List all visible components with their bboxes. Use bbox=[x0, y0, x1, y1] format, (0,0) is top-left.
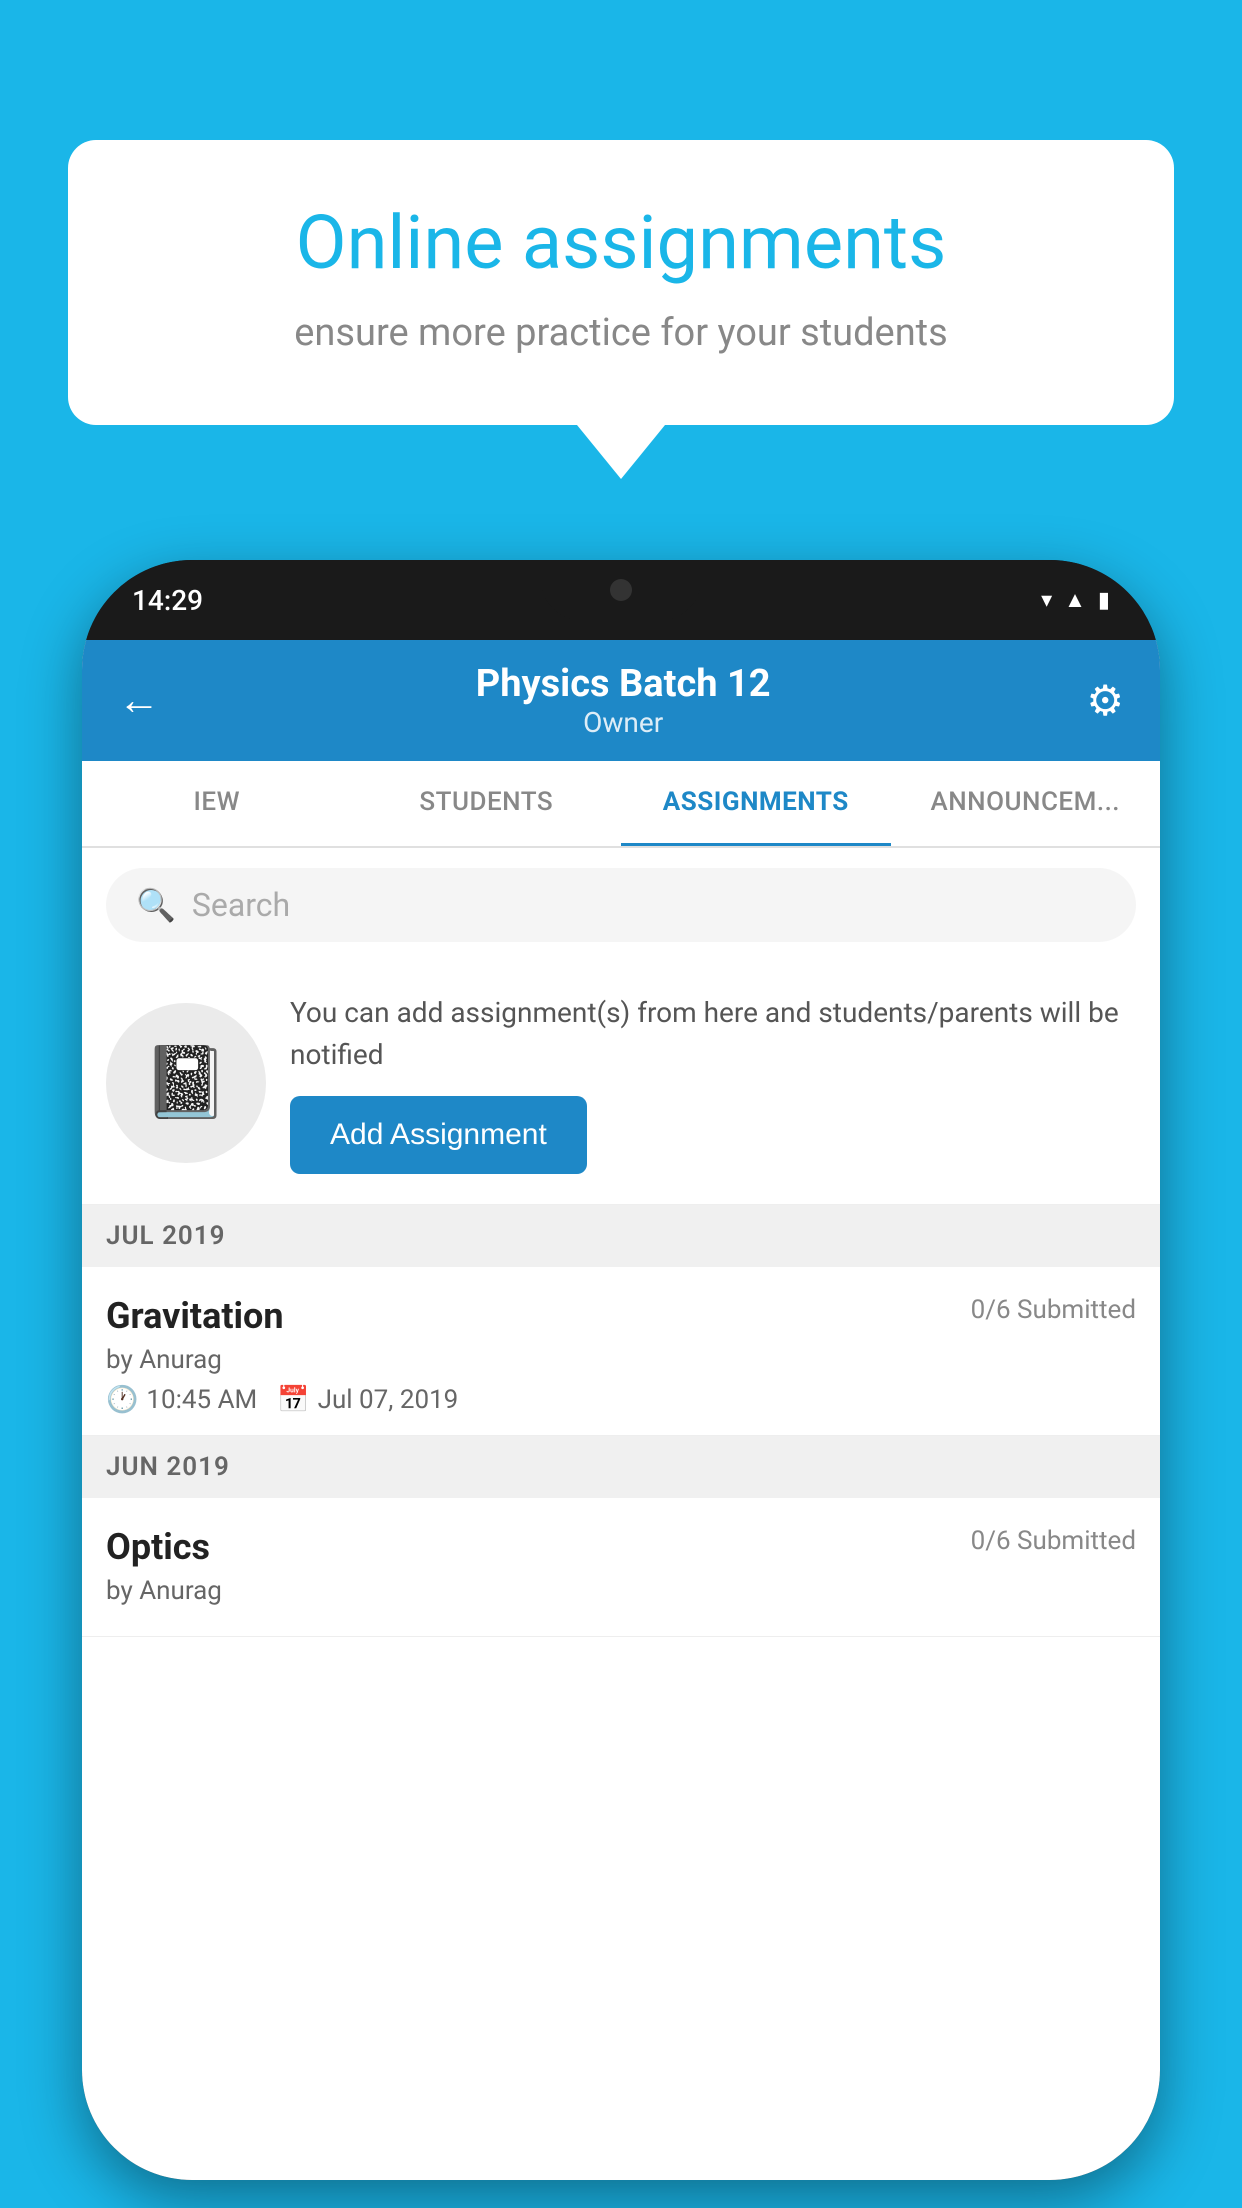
notebook-icon: 📓 bbox=[142, 1042, 229, 1124]
assignment-by: by Anurag bbox=[106, 1345, 1136, 1375]
assignment-time: 10:45 AM bbox=[146, 1385, 257, 1415]
search-container: 🔍 Search bbox=[82, 848, 1160, 962]
assignment-meta: 🕐 10:45 AM 📅 Jul 07, 2019 bbox=[106, 1385, 1136, 1415]
speech-bubble: Online assignments ensure more practice … bbox=[68, 140, 1174, 425]
status-icons: ▾ ▲ ▮ bbox=[1041, 587, 1110, 613]
speech-bubble-container: Online assignments ensure more practice … bbox=[68, 140, 1174, 479]
add-assignment-button[interactable]: Add Assignment bbox=[290, 1096, 587, 1174]
app-header: ← Physics Batch 12 Owner ⚙ bbox=[82, 640, 1160, 761]
calendar-icon: 📅 bbox=[277, 1385, 309, 1415]
assignment-name: Gravitation bbox=[106, 1295, 284, 1337]
search-bar[interactable]: 🔍 Search bbox=[106, 868, 1136, 942]
assignment-top-row: Gravitation 0/6 Submitted bbox=[106, 1295, 1136, 1337]
assignment-item-gravitation[interactable]: Gravitation 0/6 Submitted by Anurag 🕐 10… bbox=[82, 1267, 1160, 1436]
phone-top-bar: 14:29 ▾ ▲ ▮ bbox=[82, 560, 1160, 640]
back-button[interactable]: ← bbox=[118, 676, 160, 725]
speech-bubble-arrow bbox=[577, 425, 665, 479]
header-center: Physics Batch 12 Owner bbox=[476, 662, 771, 739]
section-header-jun: JUN 2019 bbox=[82, 1436, 1160, 1498]
app-screen: ← Physics Batch 12 Owner ⚙ IEW STUDENTS … bbox=[82, 640, 1160, 2180]
battery-icon: ▮ bbox=[1098, 588, 1110, 613]
speech-bubble-subtitle: ensure more practice for your students bbox=[138, 311, 1104, 355]
signal-icon: ▲ bbox=[1064, 587, 1086, 613]
status-time: 14:29 bbox=[132, 584, 203, 617]
tab-iew[interactable]: IEW bbox=[82, 761, 352, 846]
search-icon: 🔍 bbox=[136, 886, 176, 924]
assignment-optics-by: by Anurag bbox=[106, 1576, 1136, 1606]
search-input[interactable]: Search bbox=[192, 886, 290, 924]
phone-frame: 14:29 ▾ ▲ ▮ ← Physics Batch 12 Owner ⚙ I… bbox=[82, 560, 1160, 2180]
settings-icon[interactable]: ⚙ bbox=[1086, 676, 1124, 726]
wifi-icon: ▾ bbox=[1041, 588, 1052, 613]
tabs-bar: IEW STUDENTS ASSIGNMENTS ANNOUNCEM... bbox=[82, 761, 1160, 848]
camera-dot bbox=[610, 579, 632, 601]
promo-icon-circle: 📓 bbox=[106, 1003, 266, 1163]
assignment-time-meta: 🕐 10:45 AM bbox=[106, 1385, 257, 1415]
section-header-jul: JUL 2019 bbox=[82, 1205, 1160, 1267]
assignment-optics-name: Optics bbox=[106, 1526, 210, 1568]
promo-section: 📓 You can add assignment(s) from here an… bbox=[82, 962, 1160, 1205]
promo-text-side: You can add assignment(s) from here and … bbox=[290, 992, 1136, 1174]
assignment-date: Jul 07, 2019 bbox=[318, 1385, 459, 1415]
header-subtitle: Owner bbox=[476, 706, 771, 739]
header-title: Physics Batch 12 bbox=[476, 662, 771, 706]
assignment-submitted: 0/6 Submitted bbox=[971, 1295, 1136, 1325]
speech-bubble-title: Online assignments bbox=[138, 200, 1104, 287]
assignment-date-meta: 📅 Jul 07, 2019 bbox=[277, 1385, 458, 1415]
clock-icon: 🕐 bbox=[106, 1385, 138, 1415]
tab-assignments[interactable]: ASSIGNMENTS bbox=[621, 761, 891, 846]
promo-description: You can add assignment(s) from here and … bbox=[290, 992, 1136, 1076]
assignment-optics-submitted: 0/6 Submitted bbox=[971, 1526, 1136, 1556]
assignment-item-optics[interactable]: Optics 0/6 Submitted by Anurag bbox=[82, 1498, 1160, 1637]
assignment-optics-top-row: Optics 0/6 Submitted bbox=[106, 1526, 1136, 1568]
tab-announcements[interactable]: ANNOUNCEM... bbox=[891, 761, 1161, 846]
tab-students[interactable]: STUDENTS bbox=[352, 761, 622, 846]
phone-notch bbox=[541, 560, 701, 620]
